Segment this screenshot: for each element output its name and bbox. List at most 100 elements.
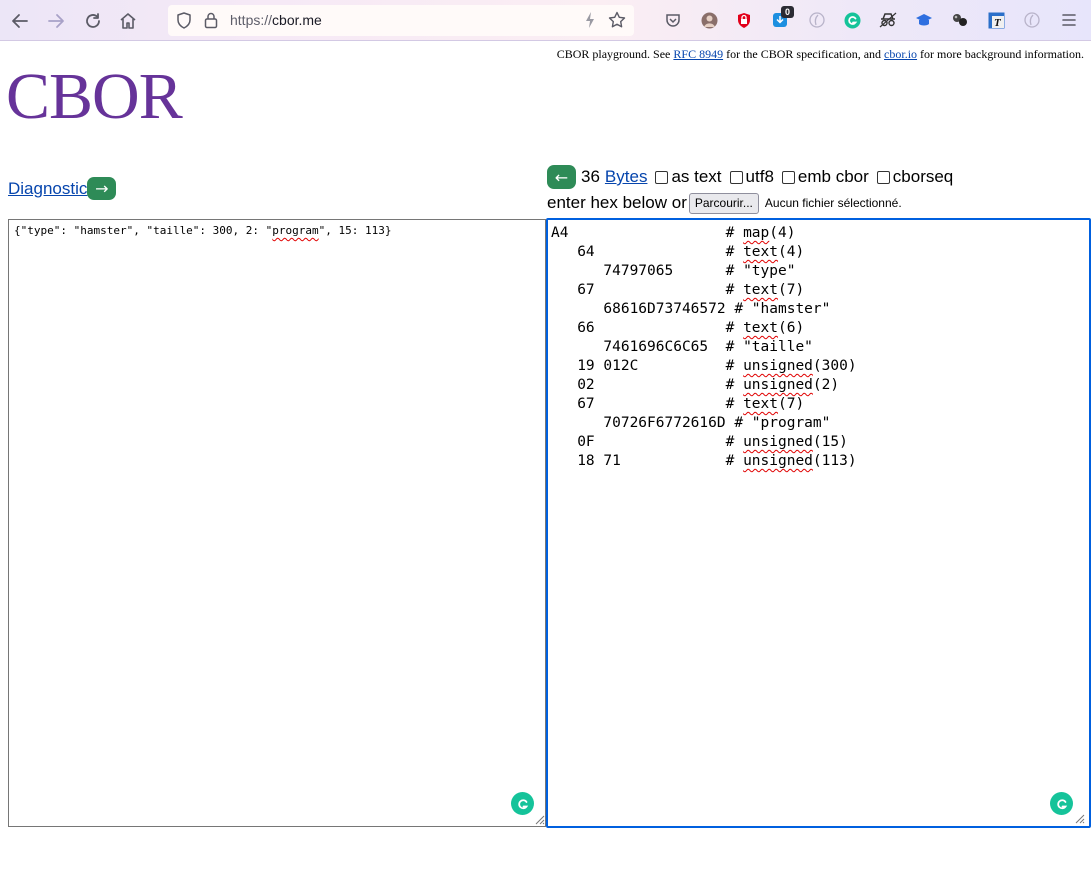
hex-bytes: 70726F6772616D (551, 415, 735, 431)
grammarly-icon[interactable] (511, 792, 534, 815)
reload-button[interactable] (81, 9, 105, 33)
diagnostic-controls: Diagnostic → (8, 177, 117, 200)
hex-line: 7461696C6C65 # "taille" (551, 338, 1089, 357)
hex-line: 66 # text(6) (551, 319, 1089, 338)
graduation-cap-icon[interactable] (915, 11, 933, 29)
as-text-label: as text (671, 167, 722, 186)
url-bar[interactable]: https://cbor.me (168, 5, 634, 36)
translate-extension-icon[interactable]: T (987, 11, 1005, 29)
hex-lines: A4 # map(4) 64 # text(4) 74797065 # "typ… (551, 224, 1089, 471)
home-icon (120, 13, 136, 29)
privacy-shield-icon[interactable] (735, 11, 753, 29)
hex-input-controls: enter hex below or Parcourir... Aucun fi… (547, 192, 902, 214)
intro-text: CBOR playground. See RFC 8949 for the CB… (557, 47, 1084, 62)
hex-bytes: 02 (551, 377, 726, 393)
convert-left-button[interactable]: ← (547, 165, 576, 189)
resize-grip-icon[interactable] (533, 813, 545, 825)
page-title-logo: CBOR (6, 60, 183, 133)
hex-comment-marker: # (725, 263, 744, 279)
hex-annotation: (7) (778, 282, 805, 298)
enter-hex-label: enter hex below or (547, 193, 687, 212)
hex-line: A4 # map(4) (551, 224, 1089, 243)
hex-annotation: (2) (812, 377, 840, 393)
hex-line: 0F # unsigned(15) (551, 433, 1089, 452)
hex-type-name: text (743, 396, 778, 412)
byte-count: 36 (581, 167, 600, 186)
hex-comment-marker: # (725, 453, 744, 469)
url-host: cbor.me (272, 12, 322, 28)
cborio-link[interactable]: cbor.io (884, 47, 917, 61)
profile-avatar-icon[interactable] (700, 11, 718, 29)
hex-annotation: (4) (778, 244, 805, 260)
hex-comment-marker: # (725, 358, 744, 374)
hex-textarea[interactable]: A4 # map(4) 64 # text(4) 74797065 # "typ… (546, 218, 1091, 828)
grammarly-icon-right[interactable] (1050, 792, 1073, 815)
hex-annotation: "hamster" (751, 301, 831, 317)
hex-bytes: 66 (551, 320, 726, 336)
hex-line: 74797065 # "type" (551, 262, 1089, 281)
hex-annotation: "type" (743, 263, 796, 279)
hex-type-name: text (743, 320, 778, 336)
resize-grip-icon-right[interactable] (1073, 812, 1085, 824)
hex-annotation: (6) (778, 320, 805, 336)
hex-line: 64 # text(4) (551, 243, 1089, 262)
hex-annotation: (113) (812, 453, 857, 469)
hex-type-name: map (743, 225, 770, 241)
hex-type-name: text (743, 244, 778, 260)
intro-suffix: for more background information. (917, 47, 1084, 61)
hex-type-name: unsigned (743, 377, 813, 393)
lock-icon[interactable] (204, 12, 218, 34)
forward-arrow-icon (48, 14, 64, 28)
shield-icon[interactable] (176, 12, 192, 34)
forward-button[interactable] (44, 9, 68, 33)
hex-comment-marker: # (725, 377, 744, 393)
cborseq-checkbox[interactable] (876, 170, 890, 184)
hex-annotation: (15) (812, 434, 848, 450)
diagnostic-text-start: {"type": "hamster", "taille": 300, 2: " (14, 224, 273, 237)
utf8-label: utf8 (745, 167, 774, 186)
hex-bytes: 67 (551, 396, 726, 412)
extension-badge: 0 (781, 6, 794, 18)
hex-comment-marker: # (725, 396, 744, 412)
url-text[interactable]: https://cbor.me (230, 12, 322, 28)
diagnostic-textarea[interactable]: {"type": "hamster", "taille": 300, 2: "p… (8, 219, 546, 827)
hex-bytes: 7461696C6C65 (551, 339, 726, 355)
intro-middle: for the CBOR specification, and (723, 47, 885, 61)
menu-hamburger-icon[interactable] (1060, 11, 1078, 29)
home-button[interactable] (116, 9, 140, 33)
hex-bytes: 74797065 (551, 263, 726, 279)
emb-cbor-checkbox[interactable] (781, 170, 795, 184)
browse-file-button[interactable]: Parcourir... (688, 192, 759, 214)
hex-bytes: 18 71 (551, 453, 726, 469)
utf8-checkbox[interactable] (729, 170, 743, 184)
convert-right-button[interactable]: → (87, 177, 117, 200)
leaf-extension-icon-2[interactable] (1023, 11, 1041, 29)
back-button[interactable] (8, 9, 32, 33)
diagnostic-text-misspelled: program (272, 224, 319, 237)
file-status: Aucun fichier sélectionné. (764, 196, 902, 210)
hex-annotation: "program" (751, 415, 831, 431)
hex-type-name: unsigned (743, 434, 813, 450)
hex-bytes: 68616D73746572 (551, 301, 735, 317)
rfc-link[interactable]: RFC 8949 (673, 47, 723, 61)
hex-comment-marker: # (725, 434, 744, 450)
glasses-extension-icon[interactable] (951, 11, 969, 29)
hex-comment-marker: # (734, 301, 752, 317)
bookmark-star-icon[interactable] (608, 11, 626, 34)
grammarly-extension-icon[interactable] (843, 11, 861, 29)
leaf-extension-icon[interactable] (808, 11, 826, 29)
as-text-checkbox[interactable] (655, 170, 669, 184)
hex-line: 70726F6772616D # "program" (551, 414, 1089, 433)
intro-prefix: CBOR playground. See (556, 47, 674, 61)
hex-comment-marker: # (725, 244, 744, 260)
lightning-icon[interactable] (584, 11, 596, 34)
bytes-link[interactable]: Bytes (605, 167, 648, 187)
cborseq-label: cborseq (892, 167, 954, 186)
pocket-icon[interactable] (664, 11, 682, 29)
back-arrow-icon (12, 14, 28, 28)
hex-bytes: A4 (551, 225, 726, 241)
hex-annotation: (300) (812, 358, 857, 374)
hex-comment-marker: # (725, 320, 744, 336)
diagnostic-link[interactable]: Diagnostic (8, 179, 87, 199)
incognito-extension-icon[interactable] (879, 11, 897, 29)
